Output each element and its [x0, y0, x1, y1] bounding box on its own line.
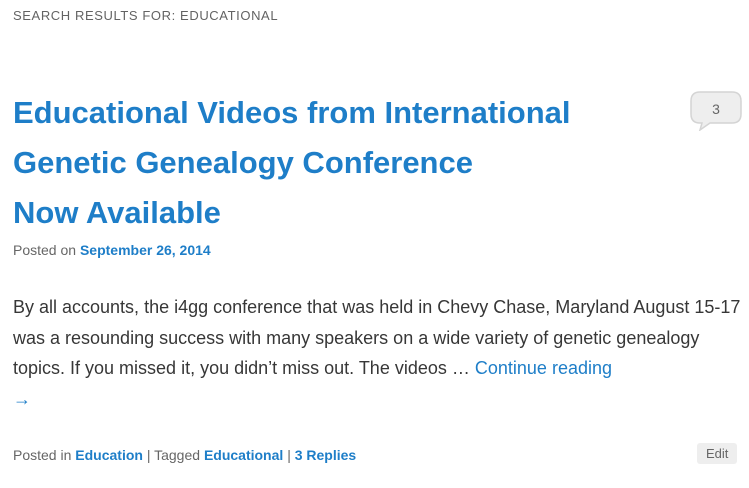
comments-link[interactable]: 3 — [690, 91, 742, 131]
posted-on-label: Posted on — [13, 242, 77, 258]
tagged-label: Tagged — [154, 447, 201, 463]
continue-reading-label: Continue reading — [474, 358, 612, 378]
posted-on: Posted on September 26, 2014 — [13, 242, 211, 258]
excerpt-text: By all accounts, the i4gg conference tha… — [13, 297, 741, 378]
replies-link[interactable]: 3 Replies — [295, 447, 356, 463]
post-title: Educational Videos from International Ge… — [13, 88, 653, 238]
search-results-heading: SEARCH RESULTS FOR: EDUCATIONAL — [13, 8, 279, 23]
post-title-line-1[interactable]: Educational Videos from International — [13, 88, 653, 138]
edit-button[interactable]: Edit — [697, 443, 738, 464]
tag-link[interactable]: Educational — [204, 447, 283, 463]
meta-separator: | — [146, 447, 151, 463]
post-title-line-3[interactable]: Now Available — [13, 188, 653, 238]
post-date-link[interactable]: September 26, 2014 — [80, 242, 211, 258]
entry-meta: Posted in Education | Tagged Educational… — [13, 447, 356, 463]
comment-count: 3 — [712, 101, 720, 117]
meta-separator: | — [287, 447, 291, 463]
post-excerpt: By all accounts, the i4gg conference tha… — [13, 292, 743, 414]
right-arrow-icon: → — [13, 388, 31, 409]
post-title-line-2[interactable]: Genetic Genealogy Conference — [13, 138, 653, 188]
category-link[interactable]: Education — [75, 447, 143, 463]
posted-in-label: Posted in — [13, 447, 72, 463]
